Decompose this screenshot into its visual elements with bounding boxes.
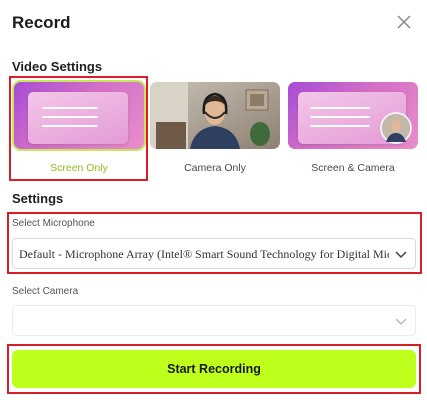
settings-heading: Settings: [12, 191, 64, 206]
screen-window-icon: [28, 92, 128, 144]
chevron-down-icon: [395, 251, 407, 259]
webcam-person-image: [150, 82, 280, 149]
screen-and-camera-thumbnail: [288, 82, 418, 149]
close-icon[interactable]: [395, 13, 413, 31]
option-screen-and-camera[interactable]: Screen & Camera: [288, 82, 418, 174]
microphone-select-value: Default - Microphone Array (Intel® Smart…: [19, 247, 389, 261]
dialog-title: Record: [12, 13, 71, 32]
camera-only-thumbnail: [150, 82, 280, 149]
camera-overlay-image: [380, 112, 412, 144]
chevron-down-icon: [395, 318, 407, 325]
option-label-camera-only: Camera Only: [184, 162, 246, 174]
camera-select[interactable]: [12, 305, 416, 336]
option-camera-only[interactable]: Camera Only: [150, 82, 280, 174]
option-label-screen-only: Screen Only: [50, 162, 108, 174]
option-label-screen-and-camera: Screen & Camera: [311, 162, 395, 174]
select-camera-label: Select Camera: [12, 286, 79, 297]
microphone-select[interactable]: Default - Microphone Array (Intel® Smart…: [12, 238, 416, 269]
select-microphone-label: Select Microphone: [12, 218, 95, 229]
video-settings-heading: Video Settings: [12, 59, 103, 74]
record-dialog: Record Video Settings Screen Only Camera…: [0, 0, 427, 400]
screen-only-thumbnail: [12, 80, 146, 151]
start-recording-button[interactable]: Start Recording: [12, 350, 416, 388]
option-screen-only[interactable]: Screen Only: [12, 80, 146, 174]
